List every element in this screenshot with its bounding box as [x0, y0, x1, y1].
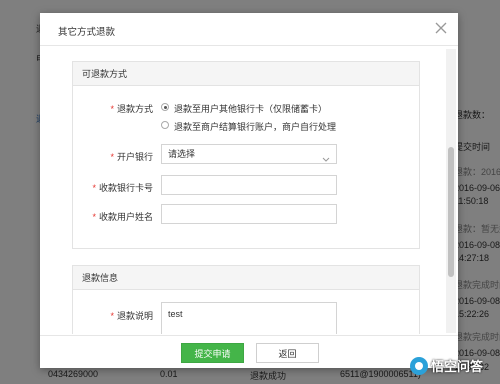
refund-method-label: * 退款方式 [110, 104, 153, 114]
section-heading: 可退款方式 [73, 62, 419, 86]
bank-select-value: 请选择 [168, 149, 196, 159]
watermark-text: 悟空问答 [431, 359, 484, 374]
dialog-title: 其它方式退款 [58, 27, 116, 38]
payee-name-label: * 收款用户姓名 [92, 212, 153, 222]
refund-description-label: * 退款说明 [110, 311, 153, 321]
scrollbar-thumb[interactable] [448, 147, 454, 277]
required-marker: * [110, 152, 114, 162]
payee-name-field[interactable] [161, 204, 337, 224]
card-number-label: * 收款银行卡号 [92, 183, 153, 193]
submit-button[interactable]: 提交申请 [181, 343, 244, 363]
refund-dialog: 其它方式退款 可退款方式 * 退款方式 退款至用户其他银行卡（仅限储蓄卡） 退款至… [40, 13, 458, 368]
refund-method-section: 可退款方式 * 退款方式 退款至用户其他银行卡（仅限储蓄卡） 退款至商户结算银行账… [72, 61, 420, 249]
dialog-footer: 提交申请 返回 [40, 335, 458, 368]
back-button[interactable]: 返回 [256, 343, 319, 363]
required-marker: * [92, 212, 96, 222]
wukong-logo-icon [410, 356, 428, 375]
dialog-header: 其它方式退款 [40, 13, 458, 46]
bank-select[interactable]: 请选择 [161, 144, 337, 164]
dialog-body[interactable]: 可退款方式 * 退款方式 退款至用户其他银行卡（仅限储蓄卡） 退款至商户结算银行账… [40, 47, 458, 334]
bank-label: * 开户银行 [110, 152, 153, 162]
refund-info-section: 退款信息 * 退款说明 test [72, 265, 420, 334]
card-number-field[interactable] [161, 175, 337, 195]
radio-merchant-account[interactable] [161, 121, 169, 129]
section-heading: 退款信息 [73, 266, 419, 290]
required-marker: * [92, 183, 96, 193]
required-marker: * [110, 311, 114, 321]
watermark: 悟空问答 [410, 356, 483, 375]
radio-merchant-account-label[interactable]: 退款至商户结算银行账户，商户自行处理 [174, 120, 336, 133]
radio-bank-card-label[interactable]: 退款至用户其他银行卡（仅限储蓄卡） [174, 102, 327, 115]
dialog-scrollbar[interactable] [446, 49, 456, 333]
radio-bank-card[interactable] [161, 103, 169, 111]
close-icon[interactable] [434, 21, 448, 35]
refund-description-field[interactable]: test [161, 302, 337, 334]
chevron-down-icon [322, 151, 330, 162]
required-marker: * [110, 104, 114, 114]
